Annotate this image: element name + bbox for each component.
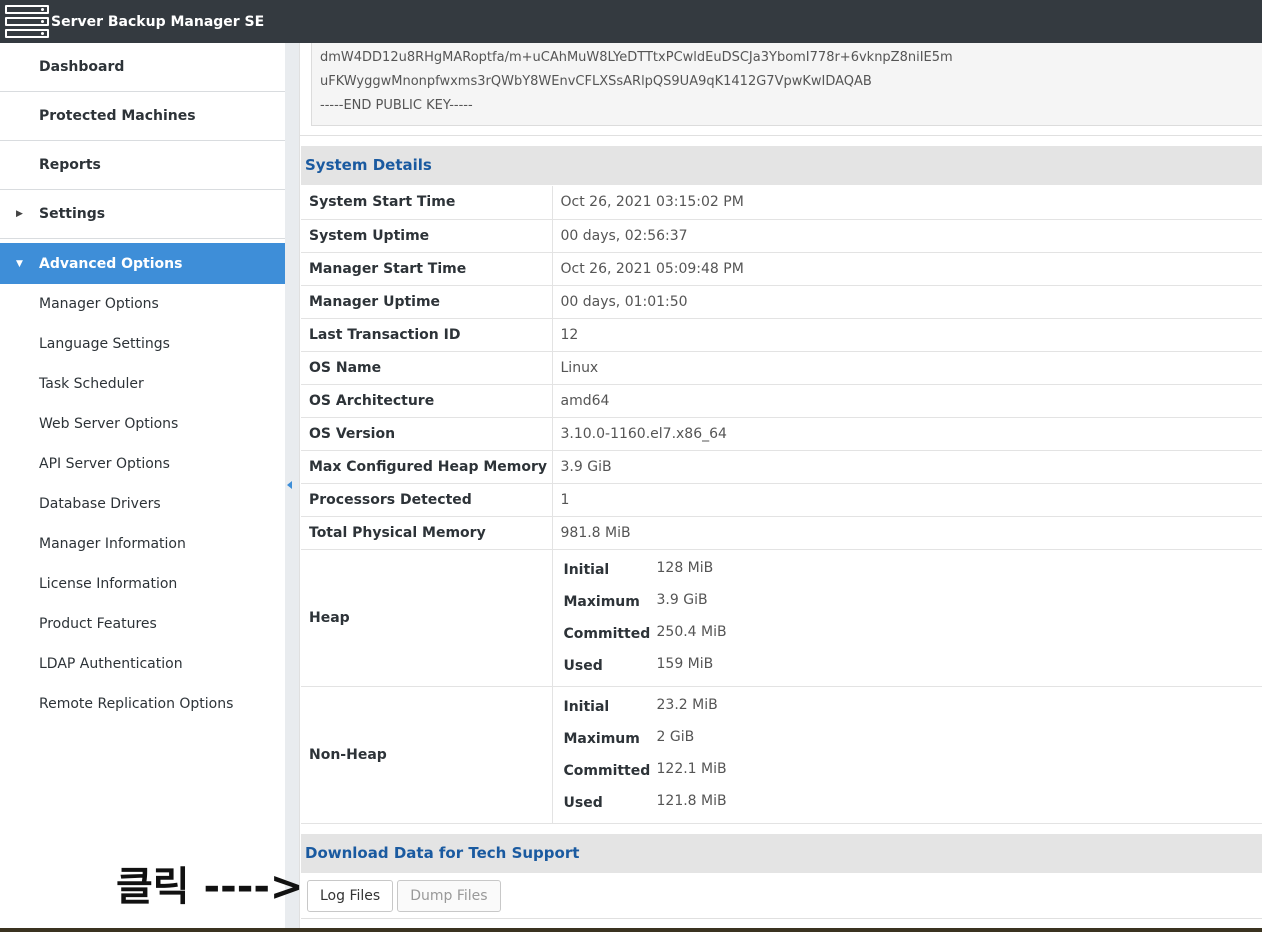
sidebar-item-dashboard[interactable]: Dashboard (0, 43, 285, 92)
app-title: Server Backup Manager SE (51, 13, 265, 30)
table-row: OS Version 3.10.0-1160.el7.x86_64 (301, 417, 1262, 451)
sidebar-item-settings[interactable]: ▶ Settings (0, 190, 285, 239)
dump-files-button[interactable]: Dump Files (397, 879, 501, 912)
taskbar-edge (0, 928, 1262, 932)
sidebar-item-label: Reports (39, 157, 101, 173)
sidebar-item-advanced-options[interactable]: ▼ Advanced Options (0, 243, 285, 284)
table-row: OS Architecture amd64 (301, 384, 1262, 418)
sidebar-item-label: Dashboard (39, 59, 125, 75)
sidebar-subitem-web-server-options[interactable]: Web Server Options (0, 404, 285, 444)
sidebar-subitem-api-server-options[interactable]: API Server Options (0, 444, 285, 484)
sidebar-item-reports[interactable]: Reports (0, 141, 285, 190)
table-row: Processors Detected 1 (301, 483, 1262, 517)
sidebar-subitem-license-information[interactable]: License Information (0, 564, 285, 604)
table-row: Last Transaction ID 12 (301, 318, 1262, 352)
table-row: Manager Uptime 00 days, 01:01:50 (301, 285, 1262, 319)
collapse-sidebar-icon[interactable] (287, 481, 292, 489)
sidebar-item-protected-machines[interactable]: Protected Machines (0, 92, 285, 141)
table-row: Manager Start Time Oct 26, 2021 05:09:48 … (301, 252, 1262, 286)
top-bar: Server Backup Manager SE (0, 0, 1262, 43)
tech-support-actions: Log Files Dump Files (301, 873, 1262, 919)
sidebar-subitem-product-features[interactable]: Product Features (0, 604, 285, 644)
sidebar-item-label: Protected Machines (39, 108, 196, 124)
table-row: Max Configured Heap Memory 3.9 GiB (301, 450, 1262, 484)
heap-details: Initial 128 MiB Maximum 3.9 GiB Committed 2… (563, 559, 727, 674)
caret-right-icon: ▶ (16, 209, 23, 219)
sidebar-subitem-manager-options[interactable]: Manager Options (0, 284, 285, 324)
sidebar: Dashboard Protected Machines Reports ▶ S… (0, 43, 285, 853)
sidebar-item-label: Settings (39, 206, 106, 222)
main-content: dmW4DD12u8RHgMARoptfa/m+uCAhMuW8LYeDTTtx… (299, 43, 1262, 930)
table-row: Total Physical Memory 981.8 MiB (301, 516, 1262, 550)
public-key-line: dmW4DD12u8RHgMARoptfa/m+uCAhMuW8LYeDTTtx… (320, 50, 953, 65)
sidebar-subitem-ldap-authentication[interactable]: LDAP Authentication (0, 644, 285, 684)
non-heap-row: Non-Heap Initial 23.2 MiB Maximum 2 GiB Co… (301, 686, 1262, 824)
public-key-line: uFKWyggwMnonpfwxms3rQWbY8WEnvCFLXSsARlpQ… (320, 74, 872, 89)
non-heap-details: Initial 23.2 MiB Maximum 2 GiB Committed 12… (563, 696, 727, 811)
sidebar-subitem-manager-information[interactable]: Manager Information (0, 524, 285, 564)
click-annotation: 클릭 ----> (116, 864, 304, 910)
log-files-button[interactable]: Log Files (307, 879, 394, 912)
tech-support-heading: Download Data for Tech Support (301, 834, 1262, 873)
sidebar-subitem-task-scheduler[interactable]: Task Scheduler (0, 364, 285, 404)
public-key-line: -----END PUBLIC KEY----- (320, 98, 473, 113)
sidebar-subitem-language-settings[interactable]: Language Settings (0, 324, 285, 364)
table-row: System Uptime 00 days, 02:56:37 (301, 219, 1262, 253)
sidebar-subitem-remote-replication-options[interactable]: Remote Replication Options (0, 684, 285, 724)
sidebar-item-label: Advanced Options (39, 255, 183, 272)
table-row: OS Name Linux (301, 351, 1262, 385)
system-details-heading: System Details (301, 146, 1262, 185)
system-details-table: System Start Time Oct 26, 2021 03:15:02 P… (301, 186, 1262, 824)
public-key-box: dmW4DD12u8RHgMARoptfa/m+uCAhMuW8LYeDTTtx… (311, 43, 1262, 126)
heap-row: Heap Initial 128 MiB Maximum 3.9 GiB Commi… (301, 549, 1262, 687)
caret-down-icon: ▼ (16, 258, 23, 269)
server-rack-icon (5, 4, 49, 39)
table-row: System Start Time Oct 26, 2021 03:15:02 P… (301, 186, 1262, 220)
sidebar-subitem-database-drivers[interactable]: Database Drivers (0, 484, 285, 524)
